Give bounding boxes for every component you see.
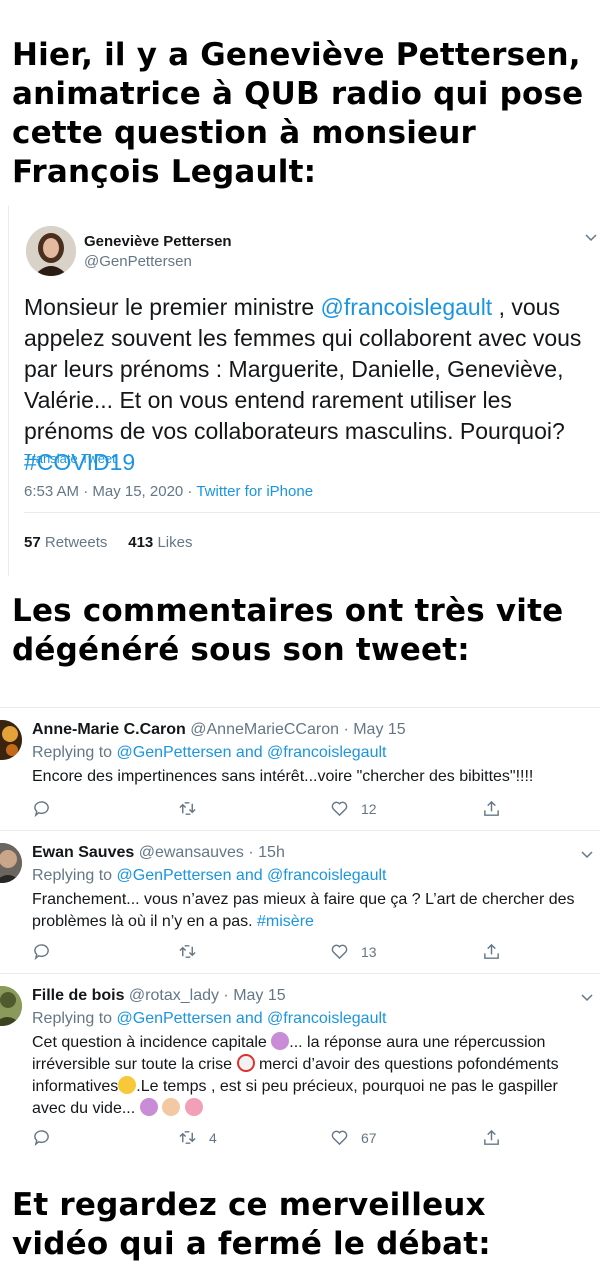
share-icon — [484, 943, 499, 959]
reply-header: Fille de bois @rotax_lady · May 15 — [32, 987, 286, 1005]
chevron-down-icon[interactable] — [584, 230, 598, 244]
mention-link[interactable]: @francoislegault — [321, 294, 493, 320]
reply-tweet[interactable]: Anne-Marie C.Caron @AnneMarieCCaron · Ma… — [0, 707, 600, 830]
author-handle[interactable]: @GenPettersen — [84, 253, 192, 270]
reply-author-handle[interactable]: @ewansauves · 15h — [139, 844, 285, 861]
caption-middle: Les commentaires ont très vite dégénéré … — [12, 593, 564, 668]
tweet-meta: 6:53 AM · May 15, 2020 · Twitter for iPh… — [24, 483, 313, 500]
like-count: 12 — [361, 800, 377, 817]
share-icon — [484, 800, 499, 816]
replying-prefix: Replying to — [32, 1010, 117, 1027]
heart-icon — [331, 801, 348, 817]
retweets-stat[interactable]: 57 Retweets — [24, 534, 107, 551]
replying-to-links[interactable]: @GenPettersen and @francoislegault — [117, 1010, 387, 1027]
chevron-down-icon[interactable] — [580, 990, 594, 1004]
reply-tweet[interactable]: Ewan Sauves @ewansauves · 15h Replying t… — [0, 830, 600, 973]
replying-to-links[interactable]: @GenPettersen and @francoislegault — [117, 867, 387, 884]
retweet-button[interactable]: 4 — [178, 1128, 217, 1147]
replying-prefix: Replying to — [32, 867, 117, 884]
reply-author-name[interactable]: Ewan Sauves — [32, 844, 134, 861]
share-button[interactable] — [482, 942, 501, 961]
reply-text: Encore des impertinences sans intérêt...… — [32, 768, 534, 785]
replying-to: Replying to @GenPettersen and @francoisl… — [32, 744, 386, 762]
comment-icon — [34, 944, 49, 961]
retweet-button[interactable] — [178, 942, 197, 961]
reply-actions: 4 67 — [32, 1128, 512, 1150]
likes-label: Likes — [157, 534, 193, 551]
facepalm-emoji-icon — [271, 1032, 290, 1050]
like-button[interactable]: 67 — [330, 1128, 377, 1147]
clown-emoji-icon — [236, 1054, 255, 1072]
replying-prefix: Replying to — [32, 744, 117, 761]
retweet-count: 4 — [209, 1129, 217, 1146]
avatar[interactable] — [0, 986, 22, 1026]
tweet-timestamp[interactable]: 6:53 AM · May 15, 2020 — [24, 483, 183, 500]
reply-actions: 13 — [32, 942, 512, 964]
brain-emoji-icon — [184, 1098, 203, 1116]
like-count: 13 — [361, 943, 377, 960]
reply-author-name[interactable]: Fille de bois — [32, 987, 124, 1004]
reply-button[interactable] — [32, 799, 51, 818]
replying-to: Replying to @GenPettersen and @francoisl… — [32, 867, 386, 885]
main-tweet: Geneviève Pettersen @GenPettersen Monsie… — [8, 206, 600, 576]
eye-roll-emoji-icon — [118, 1076, 137, 1094]
caption-bottom: Et regardez ce merveilleux vidéo qui a f… — [12, 1187, 491, 1262]
translate-tweet-link[interactable]: Translate Tweet — [24, 451, 116, 466]
retweets-count: 57 — [24, 534, 41, 551]
pointing-hand-emoji-icon — [162, 1098, 181, 1116]
avatar[interactable] — [26, 226, 76, 276]
reply-header: Anne-Marie C.Caron @AnneMarieCCaron · Ma… — [32, 721, 406, 739]
divider — [24, 512, 600, 513]
replying-to-links[interactable]: @GenPettersen and @francoislegault — [117, 744, 387, 761]
like-count: 67 — [361, 1129, 377, 1146]
reply-button[interactable] — [32, 1128, 51, 1147]
share-button[interactable] — [482, 799, 501, 818]
like-button[interactable]: 12 — [330, 799, 377, 818]
reply-text: Cet question à incidence capitale ... la… — [32, 1032, 592, 1120]
meta-separator: · — [183, 483, 197, 500]
reply-tweet[interactable]: Fille de bois @rotax_lady · May 15 Reply… — [0, 973, 600, 1169]
chevron-down-icon[interactable] — [580, 847, 594, 861]
reply-button[interactable] — [32, 942, 51, 961]
comment-icon — [34, 1130, 49, 1147]
retweets-label: Retweets — [44, 534, 108, 551]
tweet-source-link[interactable]: Twitter for iPhone — [196, 483, 313, 500]
reply-header: Ewan Sauves @ewansauves · 15h — [32, 844, 285, 862]
reply-author-handle[interactable]: @rotax_lady · May 15 — [129, 987, 286, 1004]
heart-icon — [331, 944, 348, 960]
tweet-text-part: Monsieur le premier ministre — [24, 294, 321, 320]
likes-count: 413 — [128, 534, 154, 551]
share-icon — [484, 1129, 499, 1145]
share-button[interactable] — [482, 1128, 501, 1147]
avatar[interactable] — [0, 843, 22, 883]
retweet-icon — [179, 945, 196, 958]
reply-text: Franchement... vous n’avez pas mieux à f… — [32, 889, 592, 933]
avatar[interactable] — [0, 720, 22, 760]
reply-actions: 12 — [32, 799, 512, 821]
replying-to: Replying to @GenPettersen and @francoisl… — [32, 1010, 386, 1028]
retweet-icon — [179, 1131, 196, 1144]
reply-author-name[interactable]: Anne-Marie C.Caron — [32, 721, 186, 738]
reply-author-handle[interactable]: @AnneMarieCCaron · May 15 — [190, 721, 405, 738]
like-button[interactable]: 13 — [330, 942, 377, 961]
heart-icon — [331, 1130, 348, 1146]
caption-top: Hier, il y a Geneviève Pettersen, animat… — [12, 37, 584, 190]
reply-text-part: Cet question à incidence capitale — [32, 1034, 272, 1051]
hashtag-link[interactable]: #misère — [257, 913, 314, 930]
retweet-icon — [179, 802, 196, 815]
likes-stat[interactable]: 413 Likes — [128, 534, 192, 551]
comment-icon — [34, 801, 49, 818]
tweet-stats: 57 Retweets 413 Likes — [24, 534, 192, 551]
author-name[interactable]: Geneviève Pettersen — [84, 233, 232, 250]
retweet-button[interactable] — [178, 799, 197, 818]
facepalm-emoji-icon — [139, 1098, 158, 1116]
